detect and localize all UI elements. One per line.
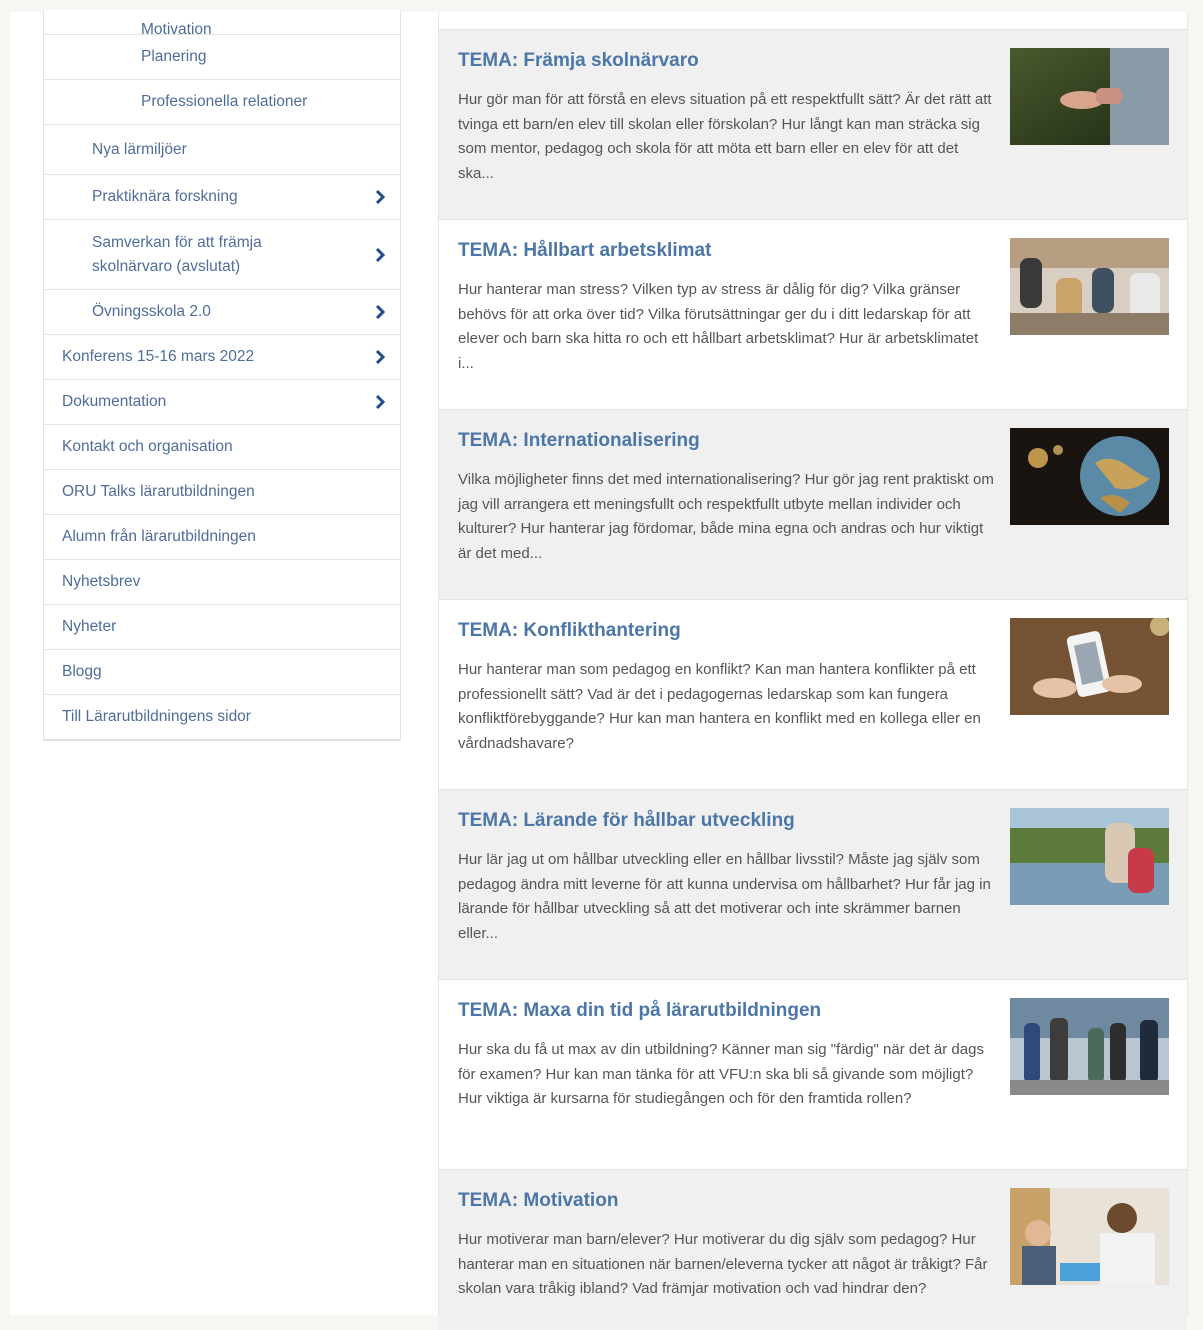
lakeside-people-photo-icon[interactable] [1010, 808, 1169, 905]
card-title-link[interactable]: TEMA: Internationalisering [458, 430, 998, 452]
chevron-right-icon[interactable] [372, 394, 388, 410]
sidebar-item-blogg[interactable]: Blogg [44, 650, 400, 695]
list-item[interactable]: TEMA: Maxa din tid på lärarutbildningen … [439, 980, 1187, 1170]
sidebar-item-label: Kontakt och organisation [62, 438, 233, 455]
chevron-right-icon[interactable] [372, 189, 388, 205]
sidebar-item-ovningsskola[interactable]: Övningsskola 2.0 [44, 290, 400, 335]
sidebar-item-label: Konferens 15-16 mars 2022 [62, 348, 255, 365]
card-excerpt: Hur hanterar man som pedagog en konflikt… [458, 661, 981, 752]
phone-in-hands-photo-icon[interactable] [1010, 618, 1169, 715]
sidebar-item-label: Praktiknära forskning [92, 188, 238, 205]
card-title-link[interactable]: TEMA: Lärande för hållbar utveckling [458, 810, 998, 832]
sidebar-item-nyhetsbrev[interactable]: Nyhetsbrev [44, 560, 400, 605]
list-item[interactable]: TEMA: Lärande för hållbar utveckling Hur… [439, 790, 1187, 980]
sidebar-item-label: Nyhetsbrev [62, 573, 141, 590]
card-excerpt: Hur ska du få ut max av din utbildning? … [458, 1041, 984, 1107]
chevron-right-icon[interactable] [372, 247, 388, 263]
list-top-edge [439, 12, 1187, 30]
card-excerpt: Hur hanterar man stress? Vilken typ av s… [458, 281, 979, 372]
card-excerpt: Hur motiverar man barn/elever? Hur motiv… [458, 1231, 988, 1297]
card-excerpt: Hur gör man för att förstå en elevs situ… [458, 91, 992, 182]
card-title-link[interactable]: TEMA: Maxa din tid på lärarutbildningen [458, 1000, 998, 1022]
card-excerpt: Vilka möjligheter finns det med internat… [458, 471, 994, 562]
page: Motivation Planering Professionella rela… [10, 10, 1188, 1330]
sidebar-item-planering[interactable]: Planering [44, 35, 400, 80]
outstretched-hand-photo-icon[interactable] [1010, 48, 1169, 145]
sidebar-item-label: Nya lärmiljöer [92, 140, 187, 158]
list-item[interactable]: TEMA: Konflikthantering Hur hanterar man… [439, 600, 1187, 790]
sidebar-item-lararutbildningens-sidor[interactable]: Till Lärarutbildningens sidor [44, 695, 400, 740]
list-item[interactable]: TEMA: Motivation Hur motiverar man barn/… [439, 1170, 1187, 1330]
sidebar-item-professionella-relationer[interactable]: Professionella relationer [44, 80, 400, 125]
card-title-link[interactable]: TEMA: Hållbart arbetsklimat [458, 240, 998, 262]
sidebar-item-dokumentation[interactable]: Dokumentation [44, 380, 400, 425]
chevron-right-icon[interactable] [372, 304, 388, 320]
sidebar-item-praktiknara-forskning[interactable]: Praktiknära forskning [44, 175, 400, 220]
card-title-link[interactable]: TEMA: Konflikthantering [458, 620, 998, 642]
sidebar-item-samverkan[interactable]: Samverkan för att främja skolnärvaro (av… [44, 220, 400, 290]
list-item[interactable]: TEMA: Främja skolnärvaro Hur gör man för… [439, 30, 1187, 220]
sidebar-item-label: Nyheter [62, 618, 117, 635]
sidebar-item-motivation[interactable]: Motivation [44, 10, 400, 35]
sidebar-item-label: ORU Talks lärarutbildningen [62, 483, 255, 500]
sidebar-item-label: Samverkan för att främja skolnärvaro (av… [92, 233, 262, 275]
card-excerpt: Hur lär jag ut om hållbar utveckling ell… [458, 851, 991, 942]
globe-photo-icon[interactable] [1010, 428, 1169, 525]
sidebar-item-label: Övningsskola 2.0 [92, 303, 211, 320]
sidebar-item-nyheter[interactable]: Nyheter [44, 605, 400, 650]
list-item[interactable]: TEMA: Internationalisering Vilka möjligh… [439, 410, 1187, 600]
list-item[interactable]: TEMA: Hållbart arbetsklimat Hur hanterar… [439, 220, 1187, 410]
sidebar-item-label: Motivation [141, 21, 212, 35]
sidebar-item-oru-talks[interactable]: ORU Talks lärarutbildningen [44, 470, 400, 515]
sidebar-nav: Motivation Planering Professionella rela… [43, 10, 401, 741]
chevron-right-icon[interactable] [372, 349, 388, 365]
sidebar-item-label: Blogg [62, 663, 102, 680]
sidebar-item-kontakt[interactable]: Kontakt och organisation [44, 425, 400, 470]
meeting-room-photo-icon[interactable] [1010, 238, 1169, 335]
sidebar-item-label: Planering [141, 48, 207, 65]
sidebar-item-alumn[interactable]: Alumn från lärarutbildningen [44, 515, 400, 560]
sidebar-item-nya-larmiljoer[interactable]: Nya lärmiljöer [44, 125, 400, 175]
sidebar-item-konferens[interactable]: Konferens 15-16 mars 2022 [44, 335, 400, 380]
teacher-and-child-photo-icon[interactable] [1010, 1188, 1169, 1285]
card-title-link[interactable]: TEMA: Främja skolnärvaro [458, 50, 998, 72]
theme-list: TEMA: Främja skolnärvaro Hur gör man för… [438, 12, 1188, 1330]
card-title-link[interactable]: TEMA: Motivation [458, 1190, 998, 1212]
students-walking-photo-icon[interactable] [1010, 998, 1169, 1095]
sidebar-item-label: Professionella relationer [141, 93, 308, 110]
sidebar-item-label: Dokumentation [62, 393, 167, 410]
sidebar-item-label: Till Lärarutbildningens sidor [62, 708, 251, 725]
sidebar-item-label: Alumn från lärarutbildningen [62, 528, 256, 545]
